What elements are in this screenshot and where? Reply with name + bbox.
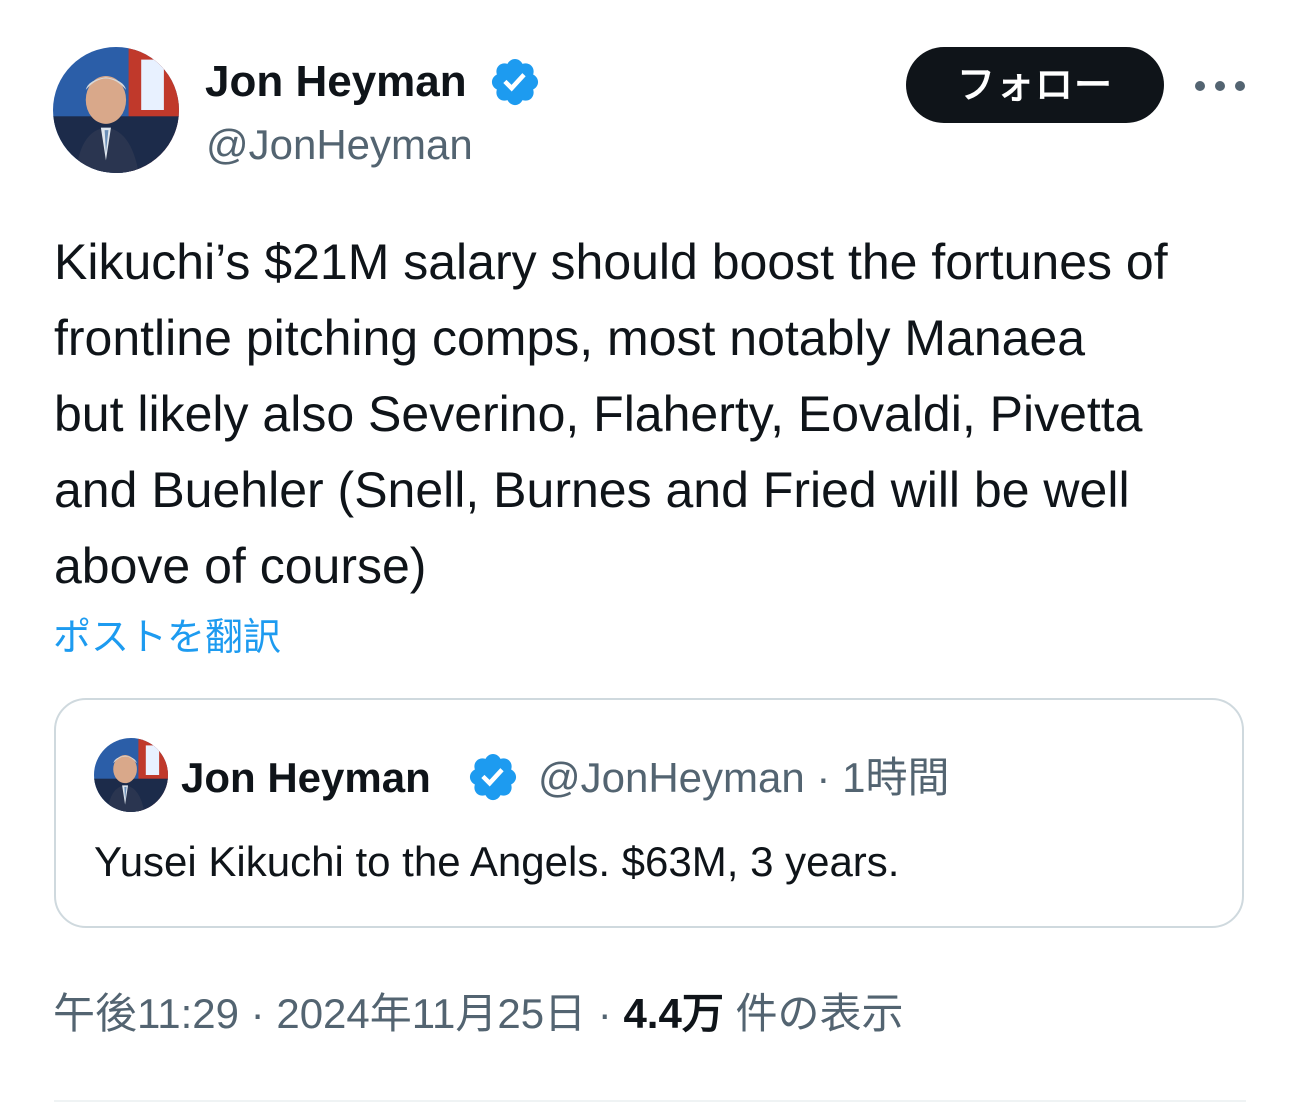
- post-meta-row: 午後11:29 · 2024年11月25日 · 4.4万 件の表示: [53, 986, 904, 1042]
- quoted-post-card[interactable]: [54, 698, 1244, 928]
- more-options-icon[interactable]: [1192, 74, 1248, 98]
- meta-separator: ·: [597, 990, 612, 1037]
- follow-button[interactable]: フォロー: [906, 47, 1164, 123]
- quoted-post-meta: @JonHeyman · 1時間: [538, 752, 949, 804]
- tweet-text: Kikuchi’s $21M salary should boost the f…: [54, 224, 1269, 604]
- avatar-photo-icon: [53, 47, 179, 173]
- quoted-post-text: Yusei Kikuchi to the Angels. $63M, 3 yea…: [94, 838, 900, 885]
- meta-separator: ·: [816, 754, 831, 801]
- avatar-photo-icon: [94, 738, 168, 812]
- quoted-author-handle: @JonHeyman: [538, 754, 805, 801]
- verified-badge-icon: [488, 55, 542, 109]
- tweet-text-line: and Buehler (Snell, Burnes and Fried wil…: [54, 462, 1130, 518]
- post-date[interactable]: 2024年11月25日: [276, 990, 586, 1037]
- views-label: 件の表示: [735, 990, 904, 1037]
- tweet-text-line: frontline pitching comps, most notably M…: [54, 310, 1086, 366]
- quoted-author-display-name: Jon Heyman: [181, 754, 431, 801]
- translate-post-link[interactable]: ポストを翻訳: [53, 612, 281, 662]
- divider: [54, 1100, 1246, 1102]
- quoted-author-avatar: [94, 738, 168, 812]
- tweet-text-line: above of course): [54, 538, 427, 594]
- post-time[interactable]: 午後11:29: [53, 990, 239, 1037]
- quoted-post-time: 1時間: [842, 754, 950, 801]
- author-handle[interactable]: @JonHeyman: [206, 119, 473, 171]
- author-display-name[interactable]: Jon Heyman: [205, 54, 467, 110]
- views-count: 4.4万: [623, 990, 724, 1037]
- author-avatar[interactable]: [53, 47, 179, 173]
- tweet-text-line: but likely also Severino, Flaherty, Eova…: [54, 386, 1143, 442]
- meta-separator: ·: [250, 990, 265, 1037]
- tweet-text-line: Kikuchi’s $21M salary should boost the f…: [54, 234, 1168, 290]
- verified-badge-icon: [466, 750, 520, 804]
